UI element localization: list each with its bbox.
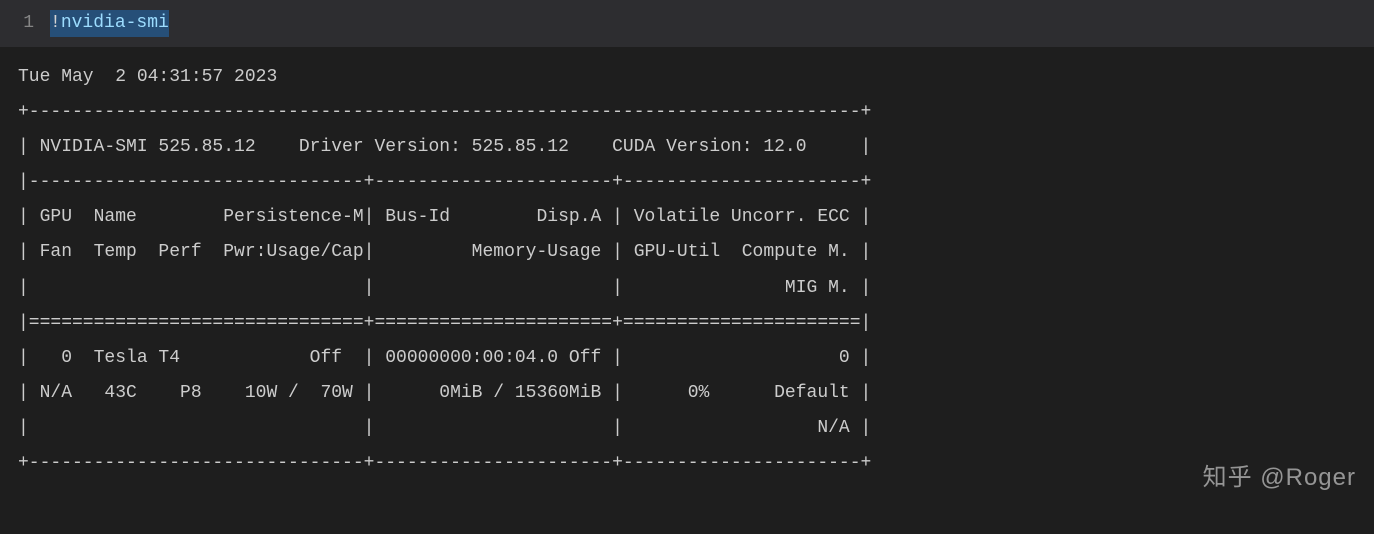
code-cell[interactable]: 1 !nvidia-smi bbox=[0, 0, 1374, 48]
gpu-row2: | N/A 43C P8 10W / 70W | 0MiB / 15360MiB… bbox=[18, 383, 871, 403]
command-text: nvidia-smi bbox=[61, 13, 169, 33]
gpu-row3: | | | N/A | bbox=[18, 418, 871, 438]
code-selection: !nvidia-smi bbox=[50, 10, 169, 37]
divider2: |===============================+=======… bbox=[18, 313, 871, 333]
gpu-row1: | 0 Tesla T4 Off | 00000000:00:04.0 Off … bbox=[18, 348, 871, 368]
col-header3: | | | MIG M. | bbox=[18, 278, 871, 298]
output-area: Tue May 2 04:31:57 2023 +---------------… bbox=[0, 48, 1374, 493]
code-line: 1 !nvidia-smi bbox=[0, 10, 1374, 37]
code-content[interactable]: !nvidia-smi bbox=[50, 10, 169, 37]
border-top: +---------------------------------------… bbox=[18, 102, 871, 122]
divider1: |-------------------------------+-------… bbox=[18, 172, 871, 192]
output-timestamp: Tue May 2 04:31:57 2023 bbox=[18, 67, 277, 87]
line-number: 1 bbox=[0, 10, 50, 37]
col-header2: | Fan Temp Perf Pwr:Usage/Cap| Memory-Us… bbox=[18, 242, 871, 262]
col-header1: | GPU Name Persistence-M| Bus-Id Disp.A … bbox=[18, 207, 871, 227]
bang-char: ! bbox=[50, 13, 61, 33]
border-bottom: +-------------------------------+-------… bbox=[18, 453, 871, 473]
watermark: 知乎 @Roger bbox=[1203, 460, 1356, 496]
header-line: | NVIDIA-SMI 525.85.12 Driver Version: 5… bbox=[18, 137, 871, 157]
